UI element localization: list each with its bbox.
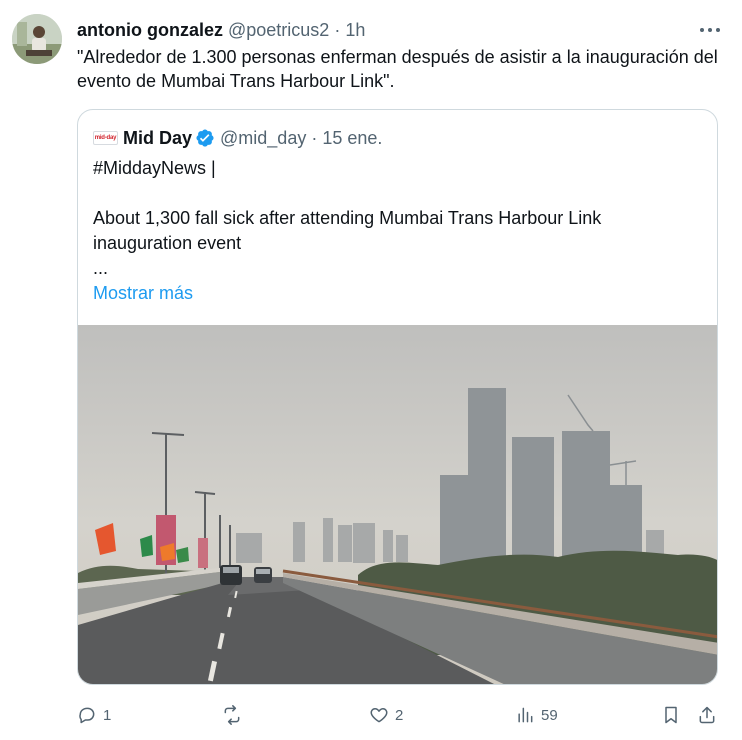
reply-icon — [79, 707, 95, 724]
more-options-icon[interactable] — [700, 22, 720, 38]
action-bar: 1 2 59 — [77, 702, 722, 728]
quote-logo-text: mid-day — [94, 135, 117, 141]
heart-icon — [370, 708, 388, 723]
quote-text: #MiddayNews | About 1,300 fall sick afte… — [93, 156, 703, 306]
tweet-header: antonio gonzalez @poetricus2 · 1h — [77, 18, 722, 42]
author-name[interactable]: antonio gonzalez — [77, 20, 223, 41]
quote-header: mid-day Mid Day @mid_day · 15 ene. — [93, 126, 382, 150]
dot — [716, 28, 720, 32]
bookmark-icon — [665, 706, 677, 724]
views-button[interactable]: 59 — [515, 702, 558, 728]
quote-author-handle[interactable]: @mid_day — [220, 128, 306, 149]
share-button[interactable] — [697, 702, 717, 728]
quote-avatar[interactable]: mid-day — [93, 131, 118, 145]
like-count: 2 — [395, 706, 404, 724]
share-icon — [699, 706, 715, 724]
show-more-link[interactable]: Mostrar más — [93, 281, 703, 306]
reply-button[interactable]: 1 — [77, 702, 111, 728]
bookmark-button[interactable] — [661, 702, 681, 728]
quote-date[interactable]: 15 ene. — [322, 128, 382, 149]
quote-ellipsis: ... — [93, 258, 109, 278]
dot — [708, 28, 712, 32]
quote-author-name[interactable]: Mid Day — [123, 128, 192, 149]
views-chart-icon — [518, 707, 533, 723]
separator: · — [311, 127, 318, 148]
like-button[interactable]: 2 — [369, 702, 403, 728]
repost-icon — [224, 705, 240, 725]
quote-headline: About 1,300 fall sick after attending Mu… — [93, 208, 607, 253]
tweet-text: "Alrededor de 1.300 personas enferman de… — [77, 47, 718, 91]
quoted-tweet[interactable]: mid-day Mid Day @mid_day · 15 ene. #Midd… — [77, 109, 718, 685]
quote-photo[interactable] — [78, 325, 718, 685]
author-handle[interactable]: @poetricus2 — [228, 20, 329, 41]
avatar-image — [12, 14, 62, 64]
separator: · — [334, 19, 341, 40]
repost-button[interactable] — [222, 702, 248, 728]
views-count: 59 — [541, 706, 558, 724]
quote-hashtag-line[interactable]: #MiddayNews | — [93, 156, 703, 181]
dot — [700, 28, 704, 32]
tweet: antonio gonzalez @poetricus2 · 1h "Alred… — [0, 0, 742, 740]
tweet-time[interactable]: 1h — [345, 20, 365, 41]
reply-count: 1 — [103, 706, 112, 724]
avatar[interactable] — [12, 14, 62, 64]
verified-badge-icon — [196, 129, 214, 147]
